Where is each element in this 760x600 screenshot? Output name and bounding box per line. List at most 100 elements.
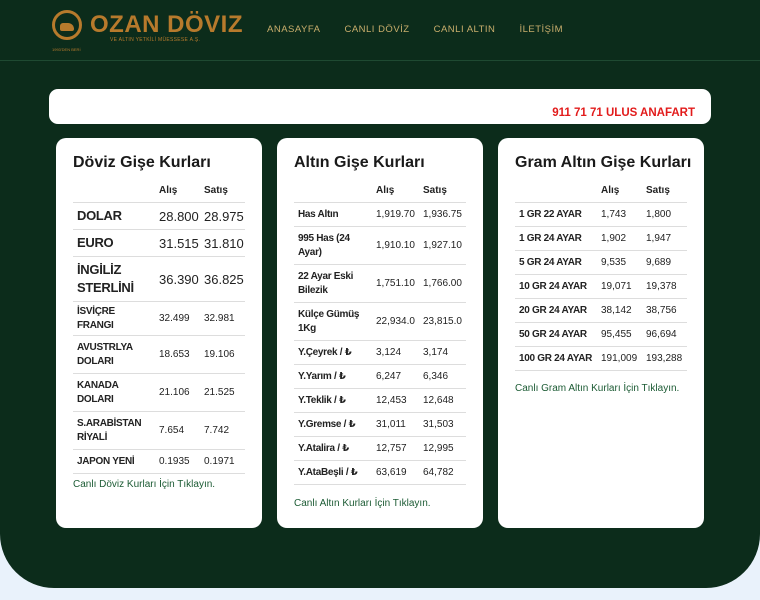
row-sell: 64,782 [419,460,466,485]
table-row: 1 GR 24 AYAR 1,902 1,947 [515,226,687,251]
table-row: Has Altın 1,919.70 1,936.75 [294,202,466,227]
row-name: Y.Gremse / ₺ [294,412,372,437]
row-name: 1 GR 22 AYAR [515,202,597,227]
row-sell: 6,346 [419,364,466,389]
row-name: JAPON YENİ [73,449,155,474]
logo-subtitle: VE ALTIN YETKİLİ MÜESSESE A.Ş. [110,37,201,43]
row-buy: 1,910.10 [372,226,419,265]
table-row: EURO 31.515 31.810 [73,229,245,257]
main-nav: ANASAYFA CANLI DÖVİZ CANLI ALTIN İLETİŞİ… [267,24,587,35]
table-row: JAPON YENİ 0.1935 0.1971 [73,449,245,474]
col-name [294,178,372,203]
row-sell: 32.981 [200,301,245,336]
table-row: Y.AtaBeşli / ₺ 63,619 64,782 [294,460,466,485]
col-sell: Satış [200,178,245,203]
col-name [515,178,597,203]
currency-rates-card: Döviz Gişe Kurları Alış Satış DOLAR 28.80… [56,138,262,528]
table-header-row: Alış Satış [515,178,687,203]
row-buy: 31,011 [372,412,419,437]
table-row: Y.Gremse / ₺ 31,011 31,503 [294,412,466,437]
row-name: Y.Çeyrek / ₺ [294,340,372,365]
row-buy: 0.1935 [155,449,200,474]
col-buy: Alış [155,178,200,203]
row-sell: 19,378 [642,274,687,299]
card-title: Döviz Gişe Kurları [73,154,211,171]
table-row: Y.Çeyrek / ₺ 3,124 3,174 [294,340,466,365]
row-sell: 96,694 [642,322,687,347]
table-row: 5 GR 24 AYAR 9,535 9,689 [515,250,687,275]
row-buy: 9,535 [597,250,642,275]
row-buy: 1,919.70 [372,202,419,227]
row-buy: 32.499 [155,301,200,336]
row-sell: 1,947 [642,226,687,251]
table-row: Külçe Gümüş 1Kg 22,934.0 23,815.0 [294,302,466,341]
nav-home[interactable]: ANASAYFA [267,24,320,35]
gold-rates-table: Alış Satış Has Altın 1,919.70 1,936.75 995… [294,178,466,485]
table-row: 22 Ayar Eski Bilezik 1,751.10 1,766.00 [294,264,466,303]
currency-rates-table: Alış Satış DOLAR 28.800 28.975 EURO 31.515 3… [73,178,245,474]
row-buy: 1,902 [597,226,642,251]
row-sell: 7.742 [200,411,245,450]
row-name: Y.Atalira / ₺ [294,436,372,461]
row-buy: 12,453 [372,388,419,413]
row-sell: 0.1971 [200,449,245,474]
banner-phone-address: 911 71 71 ULUS ANAFART [552,107,695,119]
row-name: S.ARABİSTAN RİYALİ [73,411,155,450]
row-buy: 1,751.10 [372,264,419,303]
row-sell: 21.525 [200,373,245,412]
row-name: 995 Has (24 Ayar) [294,226,372,265]
row-name: Has Altın [294,202,372,227]
live-gram-gold-link[interactable]: Canlı Gram Altın Kurları İçin Tıklayın. [515,383,679,394]
row-name: KANADA DOLARI [73,373,155,412]
table-row: Y.Yarım / ₺ 6,247 6,346 [294,364,466,389]
row-sell: 1,766.00 [419,264,466,303]
row-sell: 3,174 [419,340,466,365]
row-buy: 6,247 [372,364,419,389]
row-name: 22 Ayar Eski Bilezik [294,264,372,303]
row-name: Külçe Gümüş 1Kg [294,302,372,341]
gold-rates-card: Altın Gişe Kurları Alış Satış Has Altın 1… [277,138,483,528]
row-buy: 95,455 [597,322,642,347]
table-row: AVUSTRLYA DOLARI 18.653 19.106 [73,335,245,374]
row-buy: 18.653 [155,335,200,374]
table-row: İSVİÇRE FRANGI 32.499 32.981 [73,301,245,336]
nav-live-currency[interactable]: CANLI DÖVİZ [344,24,409,35]
site-header: OZAN DÖVIZ VE ALTIN YETKİLİ MÜESSESE A.Ş… [0,0,760,61]
col-buy: Alış [597,178,642,203]
row-buy: 22,934.0 [372,302,419,341]
row-name: 10 GR 24 AYAR [515,274,597,299]
nav-contact[interactable]: İLETİŞİM [519,24,563,35]
logo-name: OZAN DÖVIZ [90,11,243,38]
row-sell: 23,815.0 [419,302,466,341]
table-row: 995 Has (24 Ayar) 1,910.10 1,927.10 [294,226,466,265]
row-name: AVUSTRLYA DOLARI [73,335,155,374]
row-name: Y.Yarım / ₺ [294,364,372,389]
row-sell: 36.825 [200,256,245,302]
table-row: Y.Teklik / ₺ 12,453 12,648 [294,388,466,413]
table-row: İNGİLİZ STERLİNİ 36.390 36.825 [73,256,245,302]
row-sell: 38,756 [642,298,687,323]
row-sell: 1,927.10 [419,226,466,265]
gram-gold-rates-card: Gram Altın Gişe Kurları Alış Satış 1 GR … [498,138,704,528]
row-name: Y.AtaBeşli / ₺ [294,460,372,485]
nav-live-gold[interactable]: CANLI ALTIN [434,24,496,35]
table-row: 10 GR 24 AYAR 19,071 19,378 [515,274,687,299]
row-name: 1 GR 24 AYAR [515,226,597,251]
row-sell: 19.106 [200,335,245,374]
live-currency-link[interactable]: Canlı Döviz Kurları İçin Tıklayın. [73,479,215,490]
live-gold-link[interactable]: Canlı Altın Kurları İçin Tıklayın. [294,498,431,509]
col-sell: Satış [419,178,466,203]
row-name: EURO [73,229,155,257]
row-buy: 36.390 [155,256,200,302]
table-row: 50 GR 24 AYAR 95,455 96,694 [515,322,687,347]
col-name [73,178,155,203]
gram-gold-rates-table: Alış Satış 1 GR 22 AYAR 1,743 1,800 1 GR 2… [515,178,687,371]
row-sell: 9,689 [642,250,687,275]
row-name: İNGİLİZ STERLİNİ [73,256,155,302]
row-buy: 38,142 [597,298,642,323]
site-logo[interactable]: OZAN DÖVIZ VE ALTIN YETKİLİ MÜESSESE A.Ş… [52,10,243,54]
row-name: 50 GR 24 AYAR [515,322,597,347]
row-sell: 1,936.75 [419,202,466,227]
table-row: Y.Atalira / ₺ 12,757 12,995 [294,436,466,461]
row-name: Y.Teklik / ₺ [294,388,372,413]
